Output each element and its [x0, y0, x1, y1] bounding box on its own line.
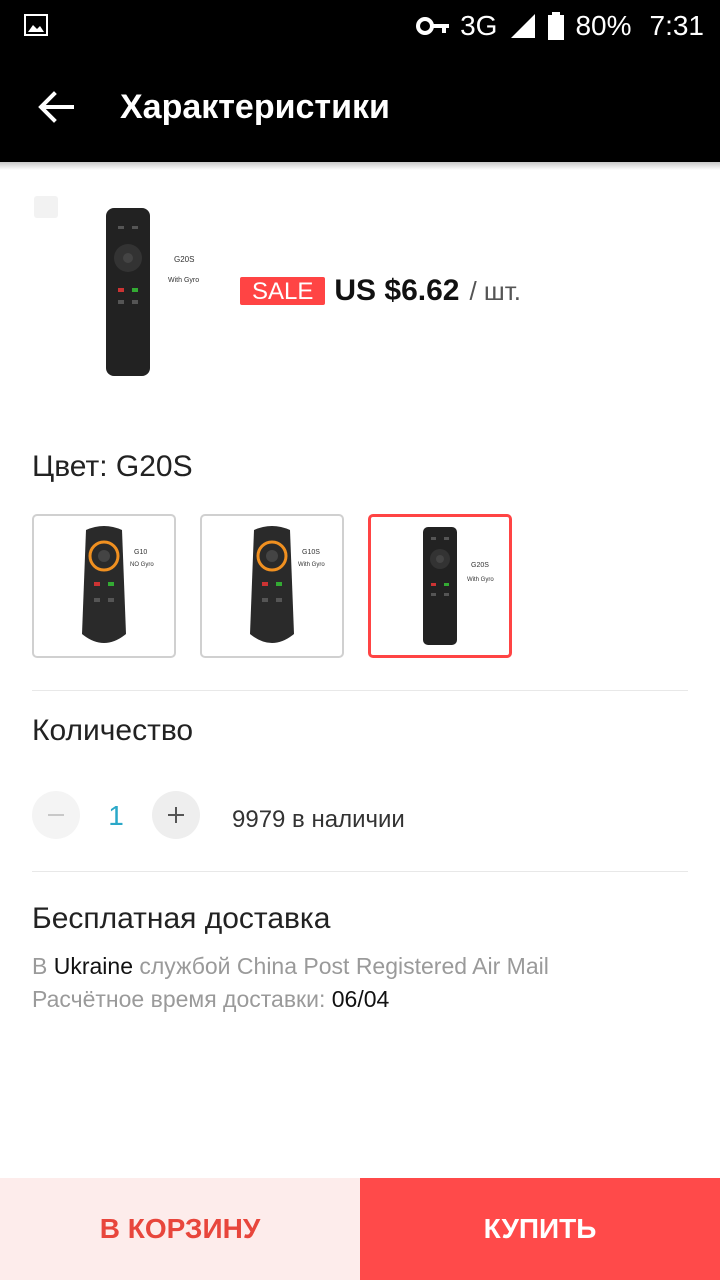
gallery-icon	[24, 14, 48, 36]
app-bar: Характеристики	[0, 52, 720, 162]
quantity-value[interactable]: 1	[100, 800, 132, 832]
status-bar: 3G 80% 7:31	[0, 0, 720, 52]
clock: 7:31	[649, 10, 705, 41]
option-gyro-label: With Gyro	[298, 562, 325, 568]
thumb-placeholder	[34, 196, 58, 218]
shipping-country: Ukraine	[53, 953, 133, 979]
thumb-gyro-label: With Gyro	[168, 277, 199, 284]
network-type: 3G	[460, 10, 498, 41]
stock-count: 9979 в наличии	[232, 806, 405, 833]
plus-icon	[168, 807, 184, 823]
remote-g10-image: G10 NO Gyro	[82, 526, 154, 643]
color-option-g10[interactable]: G10 NO Gyro	[32, 514, 176, 658]
divider	[32, 690, 688, 691]
add-to-cart-button[interactable]: В КОРЗИНУ	[0, 1178, 360, 1280]
minus-icon	[48, 814, 64, 816]
color-options: G10 NO Gyro G10S With Gyro G20S With Gyr…	[32, 514, 512, 658]
shipping-prefix: В	[32, 953, 54, 979]
option-gyro-label: NO Gyro	[130, 562, 154, 568]
delivery-date: 06/04	[331, 986, 390, 1012]
arrow-left-icon	[38, 91, 74, 123]
quantity-increase-button[interactable]	[152, 791, 200, 839]
option-model-label: G20S	[471, 562, 489, 569]
quantity-decrease-button[interactable]	[32, 791, 80, 839]
quantity-label: Количество	[32, 714, 194, 747]
product-image[interactable]: G20S With Gyro	[78, 196, 228, 390]
remote-g20s-image: G20S With Gyro	[423, 527, 494, 645]
delivery-label: Расчётное время доставки:	[32, 986, 332, 1012]
option-model-label: G10	[134, 549, 147, 556]
remote-control-image: G20S With Gyro	[106, 208, 199, 376]
option-gyro-label: With Gyro	[467, 577, 494, 583]
signal-icon	[511, 14, 536, 38]
app-bar-shadow	[0, 162, 720, 170]
price-row: SALE US $6.62 / шт.	[240, 274, 521, 308]
price: US $6.62	[334, 274, 460, 307]
color-option-g20s[interactable]: G20S With Gyro	[368, 514, 512, 658]
shipping-service: службой China Post Registered Air Mail	[133, 953, 549, 979]
thumb-model-label: G20S	[174, 255, 194, 264]
battery-icon	[548, 12, 565, 40]
shipping-method: В Ukraine службой China Post Registered …	[32, 953, 549, 980]
buy-now-button[interactable]: КУПИТЬ	[360, 1178, 720, 1280]
delivery-estimate: Расчётное время доставки: 06/04	[32, 986, 389, 1013]
page-title: Характеристики	[120, 88, 390, 126]
price-unit: / шт.	[469, 275, 522, 306]
sale-badge: SALE	[240, 277, 326, 305]
shipping-title: Бесплатная доставка	[32, 902, 331, 935]
back-button[interactable]	[28, 82, 84, 132]
vpn-key-icon	[416, 17, 450, 35]
option-model-label: G10S	[302, 549, 320, 556]
battery-level: 80%	[575, 10, 632, 41]
color-label: Цвет: G20S	[32, 450, 193, 483]
remote-g10s-image: G10S With Gyro	[250, 526, 325, 643]
divider	[32, 871, 688, 872]
color-option-g10s[interactable]: G10S With Gyro	[200, 514, 344, 658]
